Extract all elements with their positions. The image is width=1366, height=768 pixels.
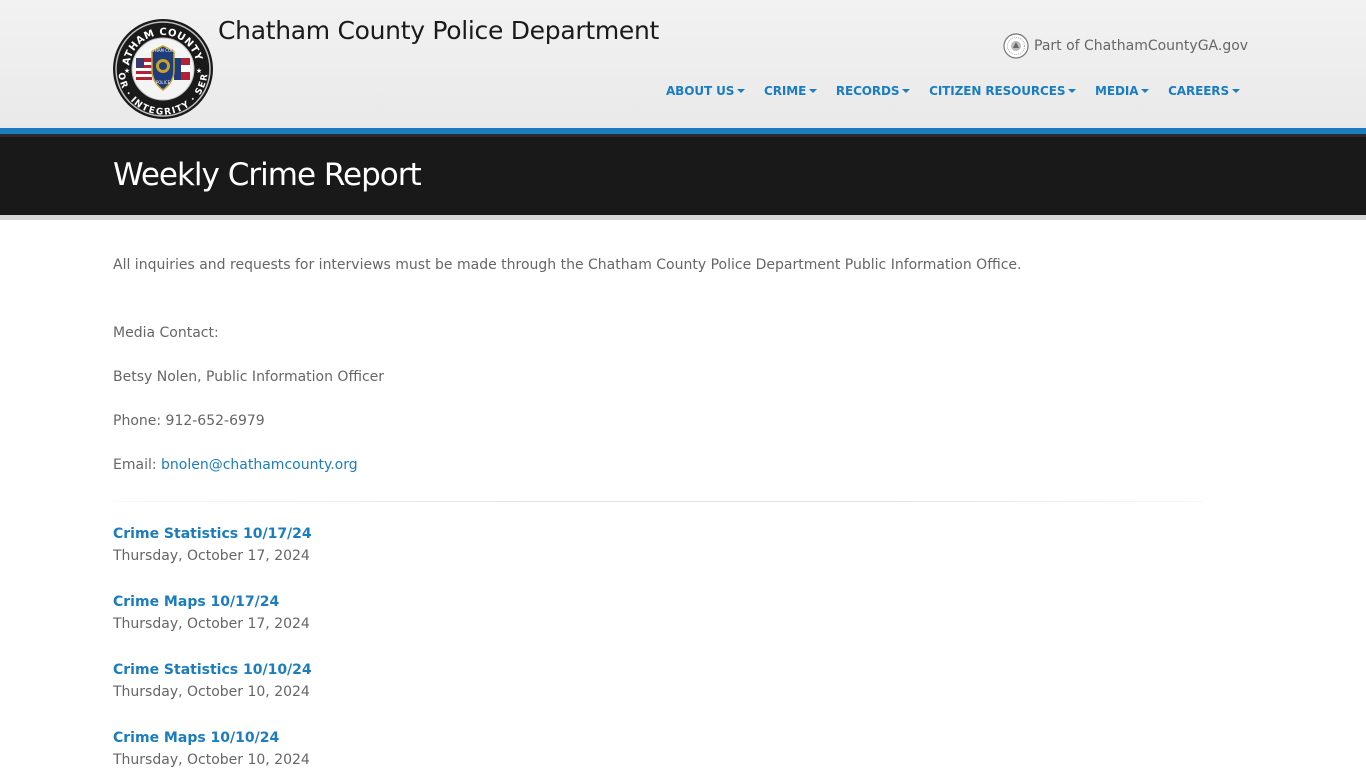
email-label: Email: — [113, 457, 162, 473]
caret-down-icon — [1141, 89, 1150, 93]
report-date: Thursday, October 17, 2024 — [113, 616, 310, 632]
content-divider — [113, 501, 1203, 502]
intro-text: All inquiries and requests for interview… — [113, 257, 1022, 273]
site-title[interactable]: Chatham County Police Department — [218, 16, 659, 45]
report-date: Thursday, October 17, 2024 — [113, 548, 310, 564]
list-item: Crime Statistics 10/17/24 Thursday, Octo… — [113, 526, 312, 564]
list-item: Crime Statistics 10/10/24 Thursday, Octo… — [113, 662, 312, 700]
list-item: Crime Maps 10/17/24 Thursday, October 17… — [113, 594, 310, 632]
county-site-link[interactable]: Part of ChathamCountyGA.gov — [1003, 33, 1248, 59]
nav-label: CITIZEN RESOURCES — [929, 84, 1066, 98]
report-link[interactable]: Crime Statistics 10/10/24 — [113, 662, 312, 678]
caret-down-icon — [1068, 89, 1077, 93]
site-header: CHATHAM COUNTY GA HONOR · INTEGRITY · SE… — [0, 0, 1366, 128]
nav-crime[interactable]: CRIME — [764, 84, 818, 98]
caret-down-icon — [809, 89, 818, 93]
media-contact-label: Media Contact: — [113, 325, 219, 341]
logo-inner-text-top: CHATHAM COUNTY — [144, 48, 182, 53]
nav-media[interactable]: MEDIA — [1095, 84, 1150, 98]
report-link[interactable]: Crime Maps 10/17/24 — [113, 594, 310, 610]
caret-down-icon — [737, 89, 746, 93]
email-link[interactable]: bnolen@chathamcounty.org — [161, 457, 358, 473]
report-date: Thursday, October 10, 2024 — [113, 684, 310, 700]
caret-down-icon — [902, 89, 911, 93]
nav-records[interactable]: RECORDS — [836, 84, 911, 98]
county-seal-icon — [1003, 33, 1029, 59]
report-link[interactable]: Crime Maps 10/10/24 — [113, 730, 310, 746]
nav-label: MEDIA — [1095, 84, 1139, 98]
nav-label: CRIME — [764, 84, 807, 98]
contact-email-row: Email: bnolen@chathamcounty.org — [113, 457, 358, 473]
police-badge-logo-icon: CHATHAM COUNTY GA HONOR · INTEGRITY · SE… — [108, 10, 213, 119]
nav-label: RECORDS — [835, 84, 900, 98]
nav-citizen-resources[interactable]: CITIZEN RESOURCES — [929, 84, 1077, 98]
report-link[interactable]: Crime Statistics 10/17/24 — [113, 526, 312, 542]
logo-inner-text-bottom: POLICE — [156, 80, 171, 85]
svg-text:★: ★ — [124, 67, 130, 75]
police-logo[interactable]: CHATHAM COUNTY GA HONOR · INTEGRITY · SE… — [108, 10, 214, 120]
title-bar-bottom-stripe — [0, 215, 1366, 220]
main-nav: ABOUT US CRIME RECORDS CITIZEN RESOURCES… — [666, 82, 1240, 100]
caret-down-icon — [1232, 89, 1240, 93]
report-date: Thursday, October 10, 2024 — [113, 752, 310, 768]
contact-phone: Phone: 912-652-6979 — [113, 413, 265, 429]
page-title-bar: Weekly Crime Report — [0, 134, 1366, 215]
page-title: Weekly Crime Report — [113, 157, 422, 193]
nav-label: ABOUT US — [666, 84, 735, 98]
contact-name: Betsy Nolen, Public Information Officer — [113, 369, 385, 385]
nav-careers[interactable]: CAREERS — [1168, 84, 1240, 98]
nav-label: CAREERS — [1168, 84, 1229, 98]
svg-text:★: ★ — [196, 67, 202, 75]
county-link-label: Part of ChathamCountyGA.gov — [1034, 38, 1249, 54]
list-item: Crime Maps 10/10/24 Thursday, October 10… — [113, 730, 310, 768]
nav-about-us[interactable]: ABOUT US — [666, 84, 746, 98]
